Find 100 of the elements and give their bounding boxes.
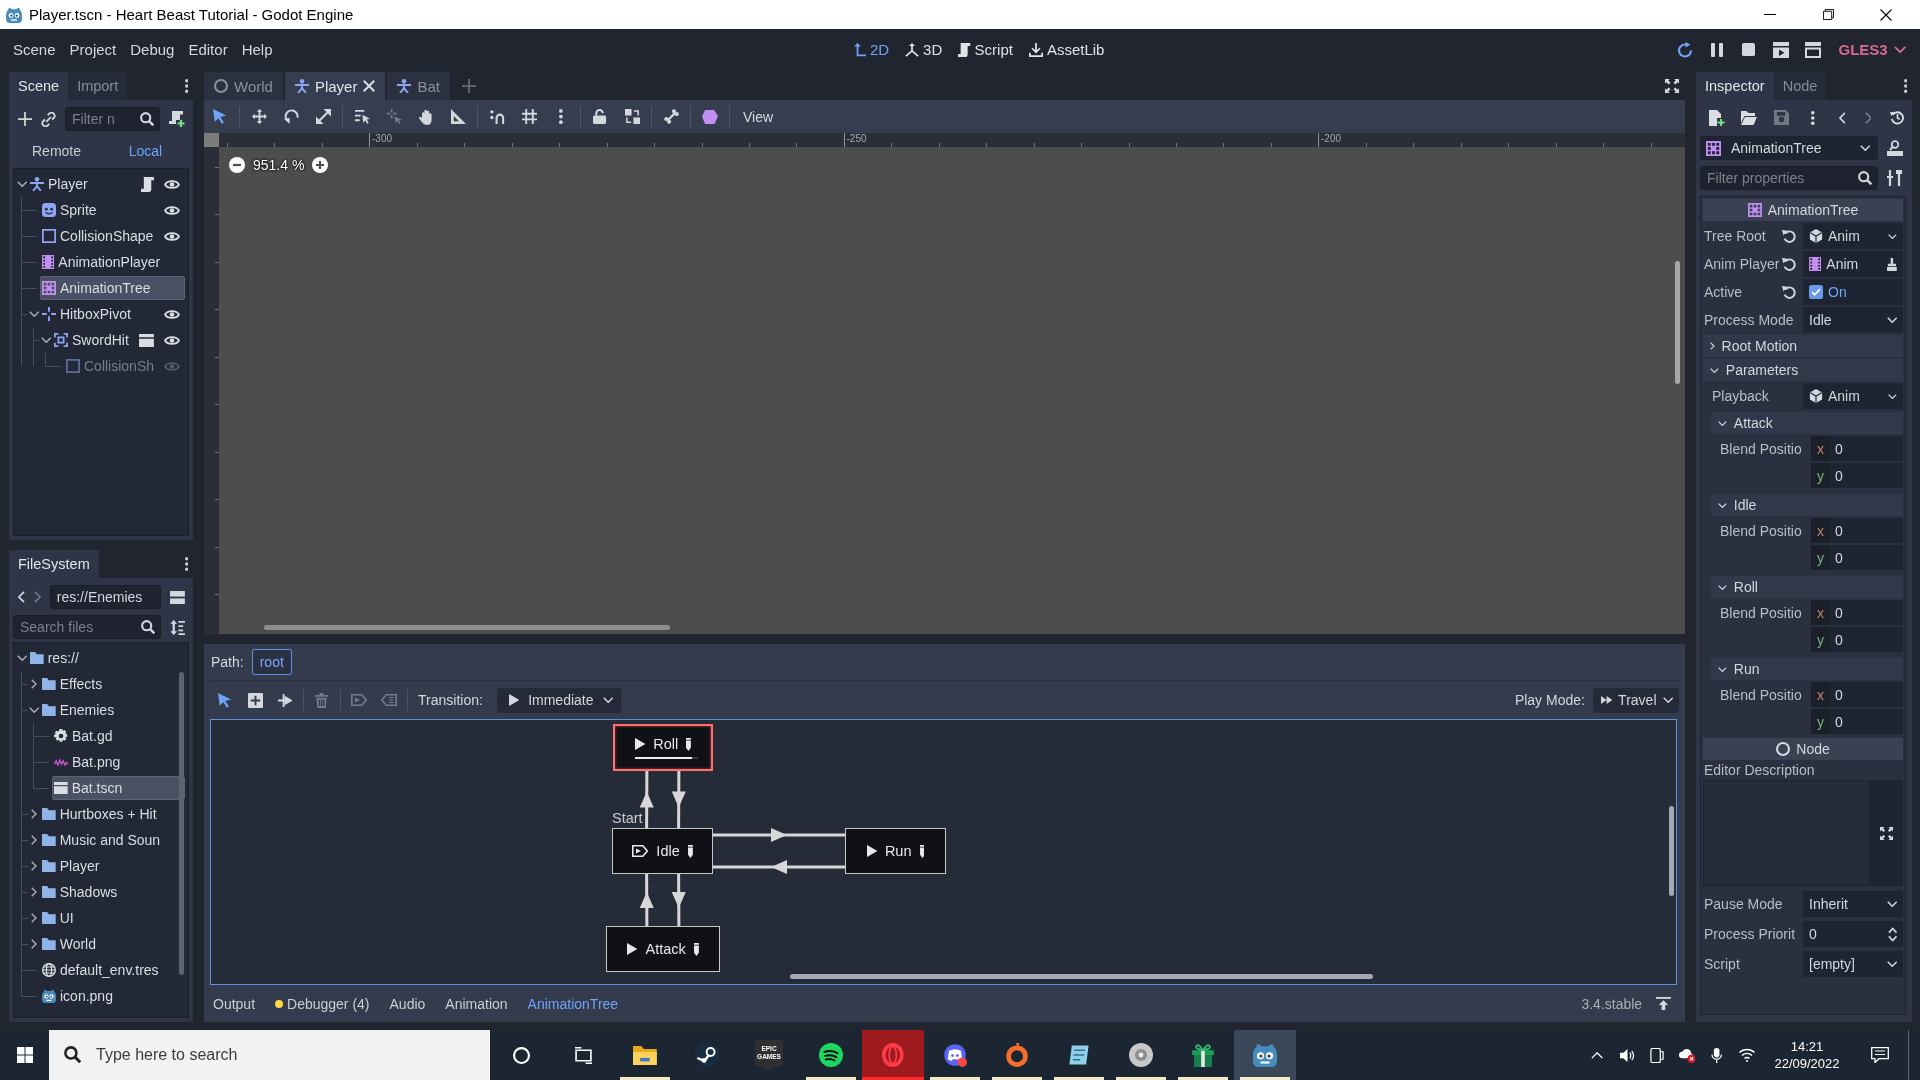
pointer-icon[interactable] [213, 109, 227, 124]
scrollbar[interactable] [264, 625, 670, 630]
number-field[interactable]: 0 [1830, 518, 1903, 543]
microphone-icon[interactable] [1711, 1047, 1723, 1063]
expand-up-icon[interactable] [1656, 997, 1671, 1010]
menu-item[interactable]: Debug [123, 41, 182, 58]
sort-icon[interactable] [170, 619, 185, 635]
more-icon[interactable] [184, 557, 188, 571]
chevron-down-icon[interactable] [16, 181, 28, 187]
eye-icon[interactable] [164, 308, 180, 320]
tree-item[interactable]: res:// [28, 646, 185, 670]
task-view-icon[interactable] [574, 1046, 592, 1064]
tree-item[interactable]: Music and Soun [40, 828, 185, 852]
chevron-right-icon[interactable] [31, 887, 37, 897]
view-toggle[interactable]: Local [101, 134, 190, 168]
workspace-tab[interactable]: AssetLib [1026, 38, 1107, 61]
transition-arrow[interactable] [713, 860, 845, 874]
list-view-icon[interactable] [170, 590, 185, 604]
pencil-icon[interactable] [693, 942, 699, 956]
plus-circle-icon[interactable] [312, 157, 329, 173]
reload-icon[interactable] [1676, 41, 1693, 58]
panel-tab[interactable]: Audio [379, 995, 436, 1012]
play-mode-dropdown[interactable]: Travel [1592, 687, 1679, 713]
four-panes-icon[interactable] [16, 1047, 33, 1063]
pointer-icon[interactable] [218, 692, 232, 708]
move-arrows-icon[interactable] [251, 109, 267, 124]
viewport-canvas[interactable]: 951.4 % [219, 147, 1685, 634]
chevron-up-icon[interactable] [1590, 1051, 1604, 1059]
number-field[interactable]: 0 [1830, 709, 1903, 734]
resource-picker[interactable]: Anim [1803, 223, 1903, 249]
tree-item[interactable]: Enemies [40, 698, 185, 722]
scroll-icon[interactable] [140, 176, 154, 192]
wifi-icon[interactable] [1739, 1048, 1755, 1062]
eye-icon[interactable] [164, 230, 180, 242]
magnet-dots-icon[interactable] [489, 109, 505, 124]
chevron-left-icon[interactable] [1838, 111, 1846, 124]
tree-item[interactable]: Player [40, 854, 185, 878]
state-node[interactable]: Attack [606, 926, 720, 972]
tree-item[interactable]: icon.png [40, 984, 185, 1008]
editor-tab[interactable]: Player [284, 72, 386, 100]
eye-icon[interactable] [164, 334, 180, 346]
tree-item[interactable]: CollisionShape [40, 224, 185, 248]
cloud-error-icon[interactable] [1678, 1047, 1696, 1063]
chevron-down-icon[interactable] [28, 311, 40, 317]
number-field[interactable]: 0 [1830, 545, 1903, 570]
tree-item[interactable]: Player [28, 172, 185, 196]
dock-tab[interactable]: FileSystem [9, 550, 99, 578]
circle-icon[interactable] [512, 1046, 530, 1064]
number-field[interactable]: 0 [1830, 463, 1903, 488]
section-header[interactable]: Roll [1711, 576, 1903, 598]
section-header[interactable]: Attack [1711, 412, 1903, 434]
pencil-icon[interactable] [919, 844, 925, 858]
transition-arrow[interactable] [671, 771, 686, 828]
eye-icon[interactable] [164, 178, 180, 190]
trash-icon[interactable] [315, 692, 329, 708]
grid-icon[interactable] [521, 109, 537, 124]
menu-item[interactable]: Editor [181, 41, 235, 58]
object-selector[interactable]: AnimationTree [1700, 136, 1878, 160]
tree-item[interactable]: AnimationPlayer [40, 250, 185, 274]
speaker-icon[interactable] [1619, 1047, 1635, 1063]
checkbox-icon[interactable] [1809, 285, 1823, 299]
search-field[interactable]: Type here to search [49, 1030, 490, 1080]
revert-icon[interactable] [1782, 257, 1796, 271]
tree-item[interactable]: Bat.gd [52, 724, 185, 748]
spin-box[interactable]: 0 [1803, 921, 1903, 947]
view-menu[interactable]: View [733, 103, 784, 130]
workspace-tab[interactable]: 3D [903, 38, 945, 61]
tree-item[interactable]: Bat.png [52, 750, 185, 774]
scrollbar[interactable] [790, 974, 1373, 979]
panel-tab[interactable]: Animation [435, 995, 518, 1012]
dropdown[interactable]: Idle [1803, 307, 1903, 333]
filter-field[interactable]: Filter n [65, 107, 160, 131]
menu-item[interactable]: Help [234, 41, 280, 58]
panel-tab[interactable]: AnimationTree [517, 995, 629, 1012]
path-field[interactable]: res://Enemies [49, 585, 162, 609]
view-toggle[interactable]: Remote [12, 134, 101, 168]
tree-item[interactable]: HitboxPivot [40, 302, 185, 326]
number-field[interactable]: 0 [1830, 682, 1903, 707]
crosshair-pointer-icon[interactable] [386, 109, 402, 124]
dropdown[interactable]: Inherit [1803, 891, 1903, 917]
tree-item[interactable]: default_env.tres [40, 958, 185, 982]
padlock-icon[interactable] [593, 109, 607, 124]
scrollbar[interactable] [1675, 261, 1680, 384]
menu-item[interactable]: Scene [6, 41, 63, 58]
resource-picker[interactable]: Anim [1803, 383, 1903, 409]
pencil-icon[interactable] [686, 737, 692, 751]
eye-icon[interactable] [164, 204, 180, 216]
taskbar-button[interactable] [1234, 1030, 1296, 1080]
scrollbar[interactable] [179, 672, 184, 975]
pause-icon[interactable] [1710, 42, 1723, 57]
clapperboard-icon[interactable] [139, 333, 154, 347]
up-down-arrows-icon[interactable] [1887, 926, 1897, 942]
bone-icon[interactable] [663, 109, 679, 124]
chevron-right-icon[interactable] [31, 939, 37, 949]
tree-item[interactable]: Effects [40, 672, 185, 696]
link-icon[interactable] [41, 111, 56, 127]
stop-icon[interactable] [1742, 43, 1756, 56]
scale-arrows-icon[interactable] [315, 109, 331, 124]
editor-tab[interactable]: World [204, 72, 283, 100]
minus-circle-icon[interactable] [229, 157, 245, 173]
